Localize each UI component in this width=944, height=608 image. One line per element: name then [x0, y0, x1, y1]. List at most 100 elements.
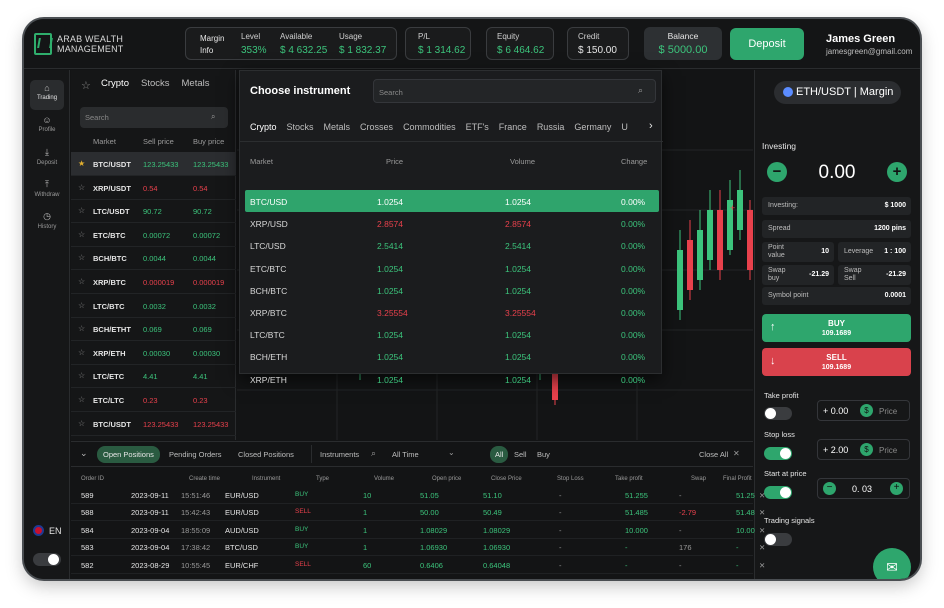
- position-row[interactable]: 583 2023-09-04 17:38:42 BTC/USD BUY 1 1.06930 1…: [71, 539, 765, 557]
- market-row[interactable]: ☆ ETC/LTC 0.23 0.23: [71, 388, 236, 412]
- market-row[interactable]: ★ BTC/USDT 123.25433 123.25433: [71, 152, 236, 176]
- close-position-icon[interactable]: ✕: [759, 526, 765, 535]
- favorite-star-icon[interactable]: ☆: [78, 324, 85, 333]
- market-search-input[interactable]: Search: [80, 107, 228, 128]
- time-filter-select[interactable]: All Time: [392, 450, 419, 459]
- instruments-filter[interactable]: Instruments: [320, 450, 359, 459]
- market-row[interactable]: ☆ ETC/BTC 0.00072 0.00072: [71, 223, 236, 247]
- instrument-volume: 1.0254: [505, 285, 531, 296]
- filter-all[interactable]: All: [490, 446, 509, 463]
- minus-icon[interactable]: −: [823, 482, 836, 495]
- stop-loss-toggle[interactable]: [764, 447, 792, 460]
- close-position-icon[interactable]: ✕: [759, 491, 765, 500]
- tab-stocks[interactable]: Stocks: [141, 78, 170, 89]
- pair-selector[interactable]: ETH/USDT | Margin: [774, 81, 901, 104]
- market-row[interactable]: ☆ XRP/USDT 0.54 0.54: [71, 176, 236, 200]
- favorite-star-icon[interactable]: ☆: [78, 277, 85, 286]
- plus-icon[interactable]: +: [890, 482, 903, 495]
- decrease-button[interactable]: −: [767, 162, 787, 182]
- buy-button[interactable]: ↑ BUY 109.1689: [762, 314, 911, 342]
- investing-amount[interactable]: 0.00: [807, 162, 867, 184]
- chat-button[interactable]: ✉: [873, 548, 911, 579]
- tab-closed-positions[interactable]: Closed Positions: [238, 450, 294, 459]
- cat-commodities[interactable]: Commodities: [403, 122, 456, 132]
- cat-germany[interactable]: Germany: [574, 122, 611, 132]
- nav-profile[interactable]: ☺ Profile: [30, 112, 64, 142]
- tabs-divider: [240, 141, 663, 142]
- favorite-star-icon[interactable]: ☆: [78, 301, 85, 310]
- instrument-row[interactable]: LTC/USD 2.5414 2.5414 0.00%: [245, 234, 659, 256]
- instrument-row[interactable]: LTC/BTC 1.0254 1.0254 0.00%: [245, 323, 659, 345]
- market-row[interactable]: ☆ BCH/BTC 0.0044 0.0044: [71, 246, 236, 271]
- deposit-button[interactable]: Deposit: [730, 28, 804, 60]
- collapse-chevron-icon[interactable]: ⌄: [80, 448, 88, 459]
- favorite-star-icon[interactable]: ☆: [78, 253, 85, 262]
- market-row[interactable]: ☆ BCH/ETHT 0.069 0.069: [71, 317, 236, 342]
- instrument-row[interactable]: BCH/ETH 1.0254 1.0254 0.00%: [245, 345, 659, 367]
- cat-metals[interactable]: Metals: [324, 122, 351, 132]
- start-at-price-stepper[interactable]: − 0. 03 +: [817, 478, 910, 499]
- instrument-row[interactable]: ETC/BTC 1.0254 1.0254 0.00%: [245, 257, 659, 279]
- instrument-row[interactable]: BCH/BTC 1.0254 1.0254 0.00%: [245, 279, 659, 301]
- trading-signals-toggle[interactable]: [764, 533, 792, 546]
- user-name[interactable]: James Green: [826, 33, 895, 45]
- favorite-star-icon[interactable]: ☆: [78, 230, 85, 239]
- language-selector[interactable]: EN: [33, 525, 62, 536]
- brand-logo[interactable]: ARAB WEALTH MANAGEMENT: [34, 33, 124, 55]
- instrument-search-input[interactable]: Search: [373, 79, 656, 103]
- cat-russia[interactable]: Russia: [537, 122, 565, 132]
- theme-toggle[interactable]: [33, 553, 61, 566]
- cat-more[interactable]: U: [621, 122, 628, 132]
- position-row[interactable]: 582 2023-08-29 10:55:45 EUR/CHF SELL 60 0.6406…: [71, 557, 765, 574]
- start-at-price-toggle[interactable]: [764, 486, 792, 499]
- favorite-star-icon[interactable]: ☆: [78, 419, 85, 428]
- market-row[interactable]: ☆ LTC/BTC 0.0032 0.0032: [71, 294, 236, 318]
- nav-trading[interactable]: ⌂ Trading: [30, 80, 64, 110]
- stop-loss-input[interactable]: + 2.00 $ Price: [817, 439, 910, 460]
- close-position-icon[interactable]: ✕: [759, 561, 765, 570]
- instrument-row[interactable]: XRP/BTC 3.25554 3.25554 0.00%: [245, 301, 659, 323]
- position-row[interactable]: 589 2023-09-11 15:51:46 EUR/USD BUY 10 51.05 51…: [71, 487, 765, 504]
- close-position-icon[interactable]: ✕: [759, 508, 765, 517]
- instrument-row[interactable]: XRP/ETH 1.0254 1.0254 0.00%: [245, 368, 659, 390]
- tab-metals[interactable]: Metals: [182, 78, 210, 89]
- increase-button[interactable]: +: [887, 162, 907, 182]
- close-position-icon[interactable]: ✕: [759, 543, 765, 552]
- cat-crypto[interactable]: Crypto: [250, 122, 277, 132]
- nav-history[interactable]: ◷ History: [30, 208, 64, 238]
- favorite-star-icon[interactable]: ☆: [78, 371, 85, 380]
- position-row[interactable]: 588 2023-09-11 15:42:43 EUR/USD SELL 1 50.00 50…: [71, 504, 765, 522]
- favorite-star-icon[interactable]: ☆: [78, 395, 85, 404]
- nav-withdraw[interactable]: ⤒ Withdraw: [30, 176, 64, 206]
- cat-stocks[interactable]: Stocks: [287, 122, 314, 132]
- close-icon[interactable]: ✕: [733, 449, 740, 458]
- nav-deposit[interactable]: ⤓ Deposit: [30, 144, 64, 174]
- take-profit-toggle[interactable]: [764, 407, 792, 420]
- close-all-button[interactable]: Close All: [699, 450, 728, 459]
- market-row[interactable]: ☆ LTC/USDT 90.72 90.72: [71, 199, 236, 224]
- position-row[interactable]: 584 2023-09-04 18:55:09 AUD/USD BUY 1 1.08029 1…: [71, 522, 765, 539]
- tab-crypto[interactable]: Crypto: [101, 78, 129, 89]
- take-profit-input[interactable]: + 0.00 $ Price: [817, 400, 910, 421]
- sell-button[interactable]: ↓ SELL 109.1689: [762, 348, 911, 376]
- cat-etfs[interactable]: ETF's: [466, 122, 489, 132]
- favorites-star-icon[interactable]: ☆: [81, 79, 91, 92]
- favorite-star-icon[interactable]: ☆: [78, 206, 85, 215]
- market-row[interactable]: ☆ LTC/ETC 4.41 4.41: [71, 364, 236, 389]
- chevron-right-icon[interactable]: ›: [649, 120, 653, 132]
- market-row[interactable]: ☆ BTC/USDT 123.25433 123.25433: [71, 412, 236, 436]
- cat-france[interactable]: France: [499, 122, 527, 132]
- filter-buy[interactable]: Buy: [537, 450, 550, 459]
- instrument-row[interactable]: XRP/USD 2.8574 2.8574 0.00%: [245, 212, 659, 234]
- favorite-star-icon[interactable]: ☆: [78, 183, 85, 192]
- search-icon[interactable]: ⌕: [371, 448, 376, 459]
- favorite-star-icon[interactable]: ☆: [78, 348, 85, 357]
- tab-pending-orders[interactable]: Pending Orders: [169, 450, 222, 459]
- favorite-star-icon[interactable]: ★: [78, 159, 85, 168]
- filter-sell[interactable]: Sell: [514, 450, 527, 459]
- instrument-row[interactable]: BTC/USD 1.0254 1.0254 0.00%: [245, 190, 659, 212]
- cat-crosses[interactable]: Crosses: [360, 122, 393, 132]
- market-row[interactable]: ☆ XRP/ETH 0.00030 0.00030: [71, 341, 236, 365]
- market-row[interactable]: ☆ XRP/BTC 0.000019 0.000019: [71, 270, 236, 294]
- tab-open-positions[interactable]: Open Positions: [97, 446, 160, 463]
